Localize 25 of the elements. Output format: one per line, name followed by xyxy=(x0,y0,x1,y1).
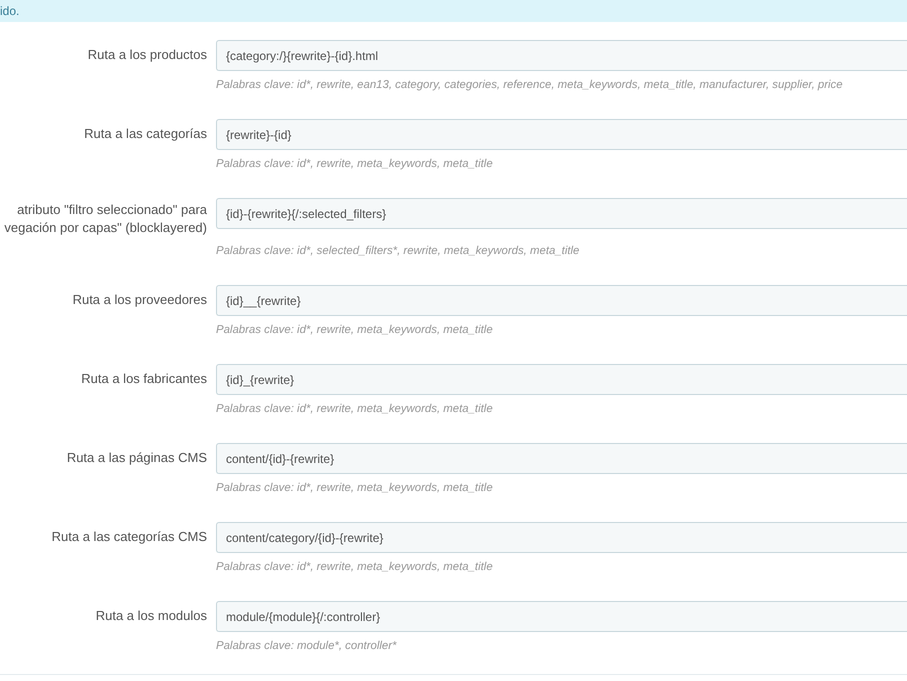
field-label: Ruta a los modulos xyxy=(94,607,207,625)
help-text: Palabras clave: id*, rewrite, ean13, category, categories, reference, meta_keywords, meta_title, manufacturer, supplier, price xyxy=(216,78,844,93)
help-text: Palabras clave: id*, rewrite, meta_keywords, meta_title xyxy=(216,402,494,417)
help-text: Palabras clave: id*, rewrite, meta_keywords, meta_title xyxy=(216,481,494,496)
field-label: atributo "filtro seleccionado" para vegación por capas" (blocklayered) xyxy=(3,201,207,237)
field-label: Ruta a los productos xyxy=(86,46,207,64)
field-label: Ruta a los proveedores xyxy=(72,291,207,309)
field-label: Ruta a las categorías CMS xyxy=(50,528,207,546)
help-text: Palabras clave: id*, rewrite, meta_keywords, meta_title xyxy=(216,323,494,338)
input-field[interactable]: {rewrite}-{id} xyxy=(216,119,907,150)
field-label: Ruta a los fabricantes xyxy=(80,370,207,388)
help-text: Palabras clave: id*, rewrite, meta_keywords, meta_title xyxy=(216,560,494,575)
input-field[interactable]: {id}__{rewrite} xyxy=(216,285,907,316)
field-label: Ruta a las páginas CMS xyxy=(66,449,207,467)
help-text: Palabras clave: id*, rewrite, meta_keywords, meta_title xyxy=(216,157,494,172)
input-field[interactable]: {category:/}{rewrite}-{id}.html xyxy=(216,40,907,71)
help-text: Palabras clave: id*, selected_filters*, rewrite, meta_keywords, meta_title xyxy=(216,244,580,259)
input-field[interactable]: content/{id}-{rewrite} xyxy=(216,443,907,474)
field-label: Ruta a las categorías xyxy=(83,125,207,143)
input-field[interactable]: {id}_{rewrite} xyxy=(216,364,907,395)
input-field[interactable]: module/{module}{/:controller} xyxy=(216,601,907,632)
input-field[interactable]: {id}-{rewrite}{/:selected_filters} xyxy=(216,198,907,229)
input-field[interactable]: content/category/{id}-{rewrite} xyxy=(216,522,907,553)
alert-text: ido. xyxy=(0,4,20,18)
help-text: Palabras clave: module*, controller* xyxy=(216,639,398,654)
